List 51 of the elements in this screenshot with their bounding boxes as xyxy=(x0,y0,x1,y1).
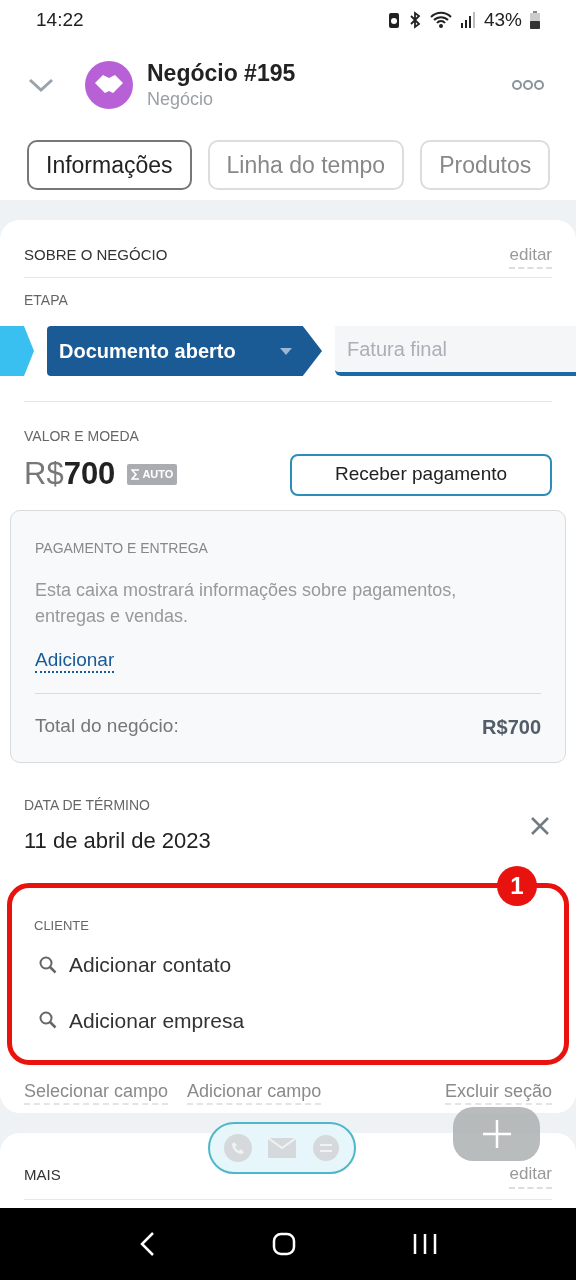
add-client-item[interactable]: Adicionar empresa xyxy=(39,1004,245,1036)
section-title: SOBRE O NEGÓCIO xyxy=(24,245,168,266)
panel-title: PAGAMENTO E ENTREGA xyxy=(35,538,209,558)
sum-icon xyxy=(131,468,141,480)
dropdown-caret-icon xyxy=(280,347,292,355)
end-date: 11 de abril de 2023 xyxy=(24,826,211,855)
stage[interactable]: Fatura final xyxy=(335,326,576,376)
tab[interactable]: Produtos xyxy=(420,140,551,190)
battery-percent: 43% xyxy=(483,7,522,32)
more-options-icon[interactable] xyxy=(512,79,544,91)
signal-icon xyxy=(459,11,476,29)
edit-link[interactable]: editar xyxy=(509,241,552,270)
section-link[interactable]: Selecionar campo xyxy=(24,1079,169,1105)
recent-apps-icon[interactable] xyxy=(413,1233,438,1255)
chevron-down-icon[interactable] xyxy=(28,77,54,93)
section-link[interactable]: Excluir seção xyxy=(444,1079,552,1105)
field-label: CLIENTE xyxy=(34,916,90,935)
back-icon[interactable] xyxy=(138,1231,155,1257)
phone-icon[interactable] xyxy=(224,1134,252,1162)
panel-description: Esta caixa mostrará informações sobre pagamentos, entregas e vendas. xyxy=(35,578,458,628)
close-icon[interactable] xyxy=(530,815,550,836)
field-label: VALOR E MOEDA xyxy=(24,427,140,446)
field-label: DATA DE TÉRMINO xyxy=(24,795,151,815)
receive-payment-button[interactable]: Receber pagamento xyxy=(290,453,552,496)
add-link[interactable]: Adicionar xyxy=(35,648,115,673)
chat-icon[interactable] xyxy=(312,1134,340,1162)
stage-selected[interactable]: Documento aberto xyxy=(47,326,322,376)
deal-title: Negócio #195 xyxy=(147,59,296,87)
auto-badge: AUTO xyxy=(127,464,178,485)
deal-subtitle: Negócio xyxy=(147,88,215,111)
search-icon xyxy=(39,955,57,974)
battery-saver-icon xyxy=(387,11,400,29)
battery-icon xyxy=(530,11,540,29)
tab[interactable]: Linha do tempo xyxy=(207,140,405,190)
add-client-item[interactable]: Adicionar contato xyxy=(39,949,232,981)
step-badge: 1 xyxy=(497,865,537,906)
section-title: MAIS xyxy=(24,1164,61,1185)
search-icon xyxy=(39,1011,57,1030)
plus-icon xyxy=(481,1119,512,1149)
previous-stage[interactable] xyxy=(0,326,34,376)
total-value: R$700 xyxy=(482,714,541,740)
section-link[interactable]: Adicionar campo xyxy=(187,1079,322,1105)
tab[interactable]: Informações xyxy=(27,140,192,190)
home-icon[interactable] xyxy=(272,1232,296,1256)
field-label: ETAPA xyxy=(24,291,69,310)
total-label: Total do negócio: xyxy=(35,713,179,738)
add-button[interactable] xyxy=(453,1107,540,1161)
status-time: 14:22 xyxy=(36,7,84,32)
wifi-icon xyxy=(429,11,452,29)
bluetooth-icon xyxy=(407,11,422,29)
deal-amount: R$700 xyxy=(24,455,116,493)
